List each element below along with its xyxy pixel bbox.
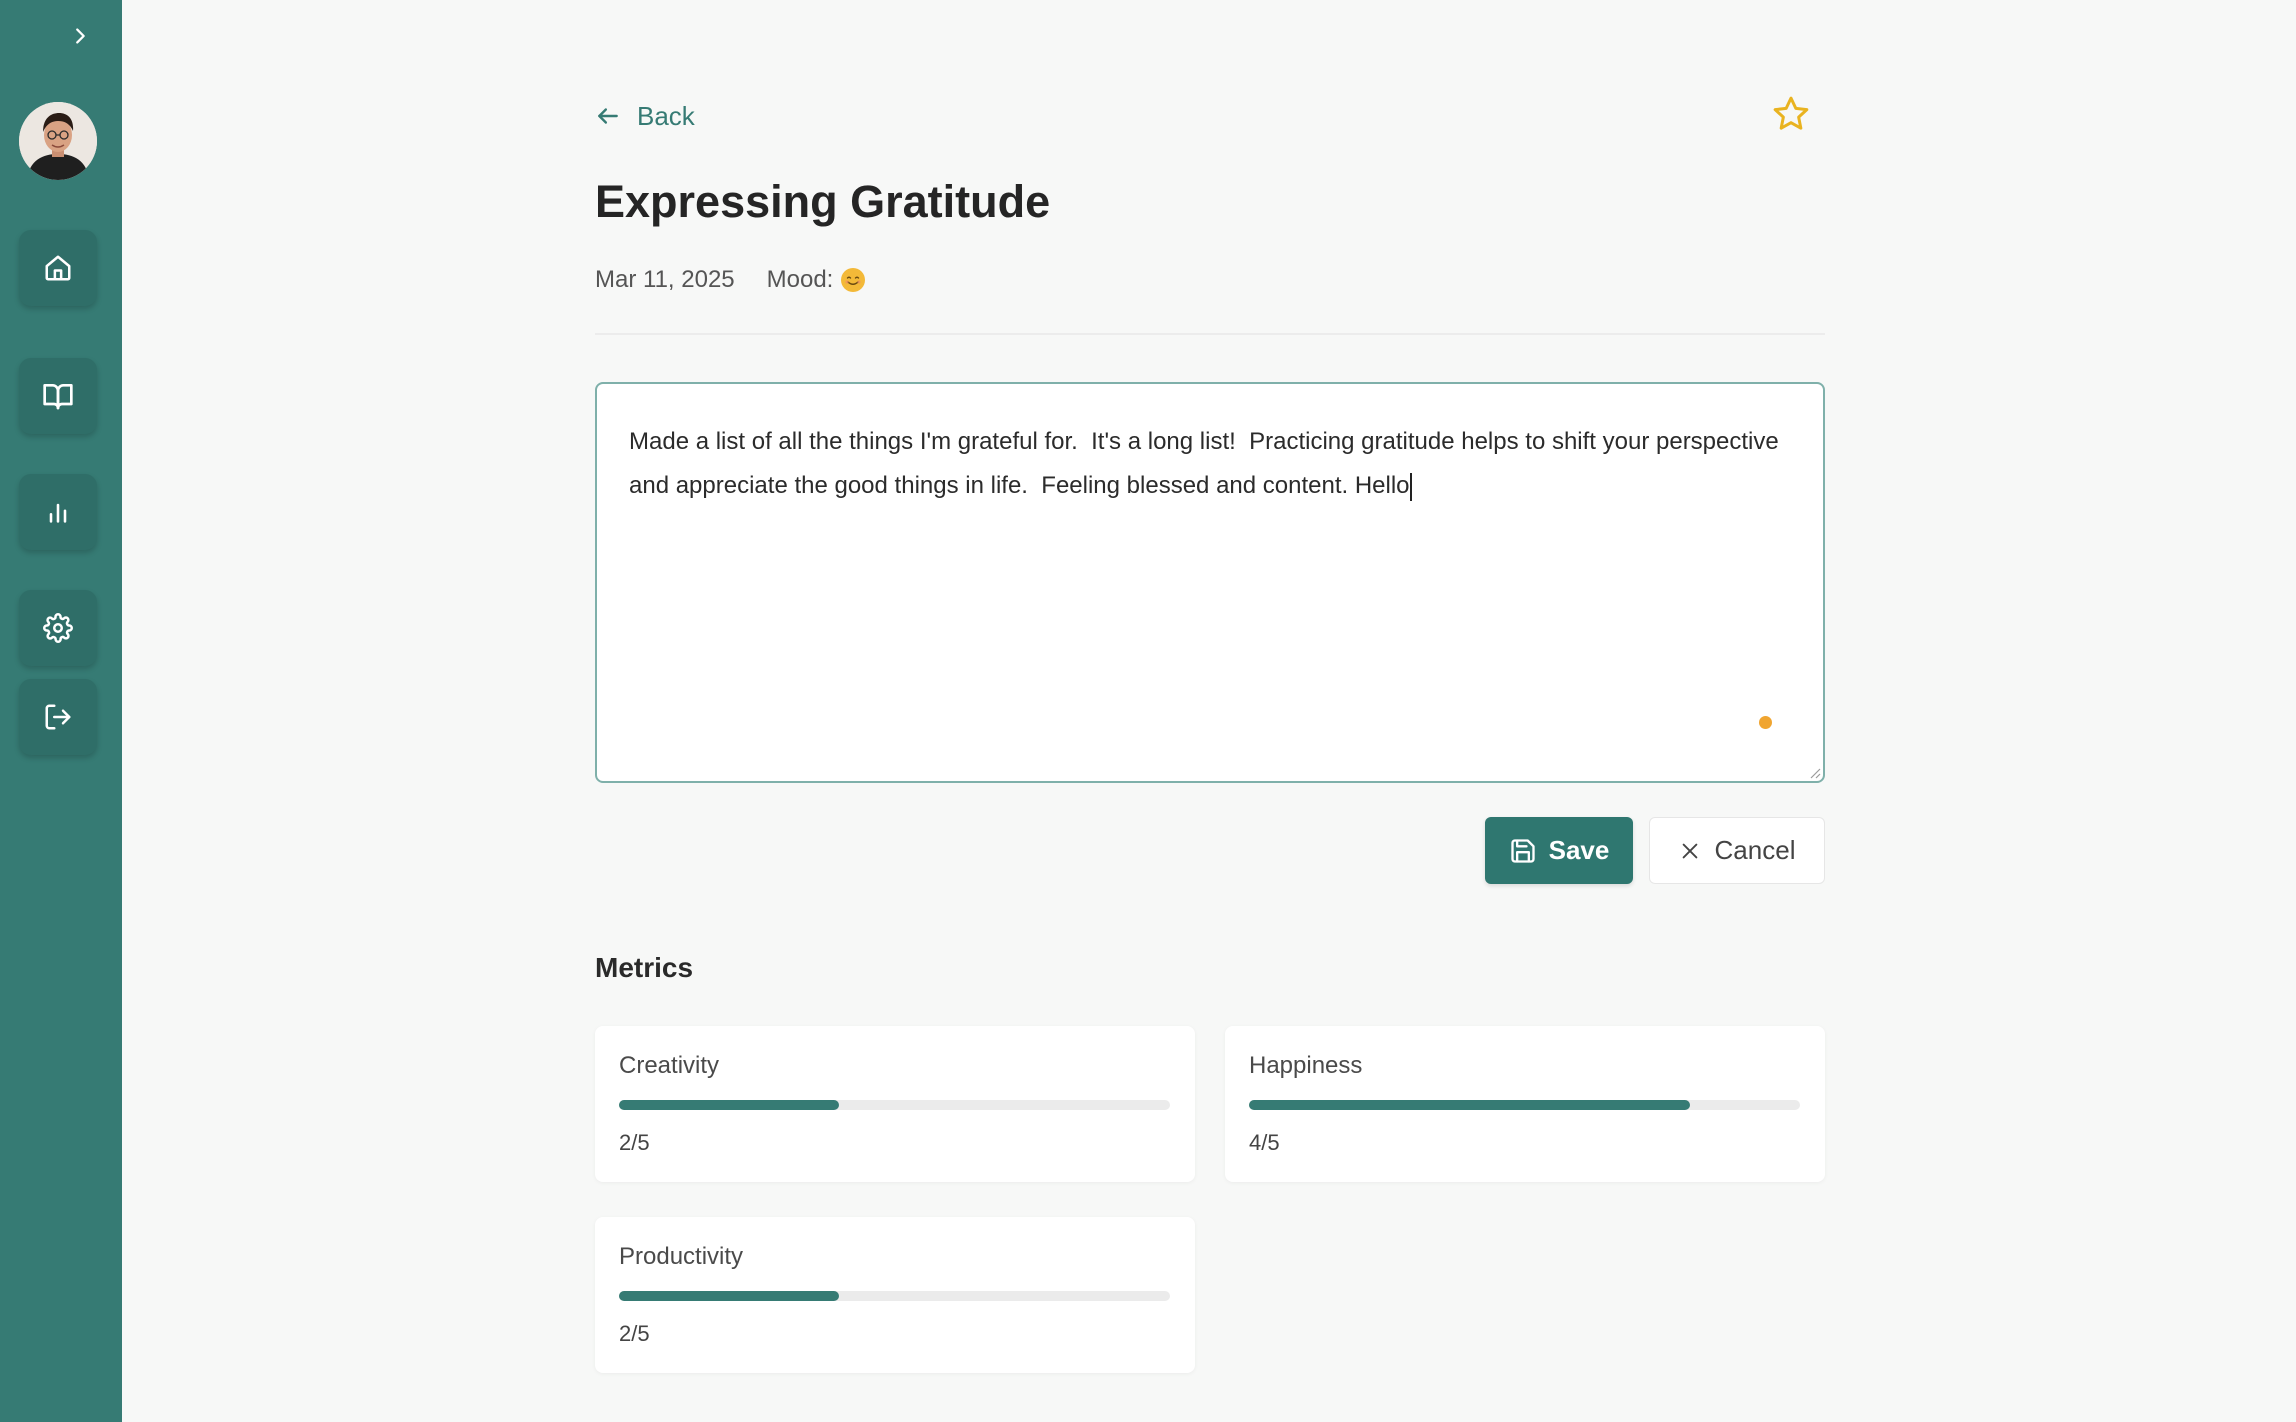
entry-mood: Mood: [767,266,866,294]
sidebar [0,0,122,1422]
metric-card-productivity: Productivity 2/5 [595,1217,1195,1373]
save-label: Save [1548,835,1610,865]
sidebar-item-journal[interactable] [19,358,97,434]
favorite-button[interactable] [1771,94,1811,134]
resize-handle-icon[interactable] [1807,765,1821,779]
metric-card-happiness: Happiness 4/5 [1225,1026,1825,1182]
metric-progress-fill [1249,1100,1690,1110]
metric-progress-track [619,1291,1170,1301]
metric-score: 4/5 [1249,1130,1280,1155]
metric-label: Productivity [619,1243,744,1270]
avatar-image [19,102,97,180]
close-icon [1682,843,1697,858]
save-icon [1510,838,1535,863]
metric-label: Creativity [619,1052,720,1079]
metric-progress-track [619,1100,1170,1110]
metric-progress-track [1249,1100,1800,1110]
sidebar-item-logout[interactable] [19,679,97,755]
mood-label: Mood: [766,266,834,293]
gear-icon [43,613,73,643]
metric-progress-fill [619,1100,840,1110]
metric-score: 2/5 [619,1130,650,1155]
star-icon [1773,96,1809,130]
save-button[interactable]: Save [1485,817,1633,884]
logout-icon [45,704,71,730]
chevron-right-icon [76,28,85,44]
back-link[interactable]: Back [595,96,695,136]
divider [595,333,1825,335]
sidebar-item-settings[interactable] [19,590,97,666]
sidebar-item-stats[interactable] [19,474,97,550]
metric-progress-fill [619,1291,840,1301]
unsaved-indicator-dot [1759,716,1772,729]
bar-chart-icon [49,503,67,523]
sidebar-toggle-button[interactable] [62,18,98,54]
book-open-icon [43,384,73,410]
metrics-heading: Metrics [595,952,694,983]
page-title: Expressing Gratitude [595,176,1051,227]
avatar[interactable] [19,102,97,180]
app: Back Expressing Gratitude Mar 11, 2025 M… [0,0,2296,1422]
entry-text: Made a list of all the things I'm gratef… [629,428,1786,499]
metric-score: 2/5 [619,1321,650,1346]
entry-textarea[interactable]: Made a list of all the things I'm gratef… [595,382,1825,783]
cancel-button[interactable]: Cancel [1649,817,1825,884]
metric-card-creativity: Creativity 2/5 [595,1026,1195,1182]
metric-label: Happiness [1249,1052,1363,1079]
entry-date: Mar 11, 2025 [595,266,735,293]
cancel-label: Cancel [1714,835,1796,865]
home-icon [45,255,71,281]
smiley-emoji-icon [841,268,866,292]
entry-meta: Mar 11, 2025 Mood: [595,266,866,294]
arrow-left-icon [598,108,618,124]
text-caret [1409,472,1412,501]
sidebar-item-home[interactable] [19,230,97,306]
back-label: Back [637,100,695,131]
